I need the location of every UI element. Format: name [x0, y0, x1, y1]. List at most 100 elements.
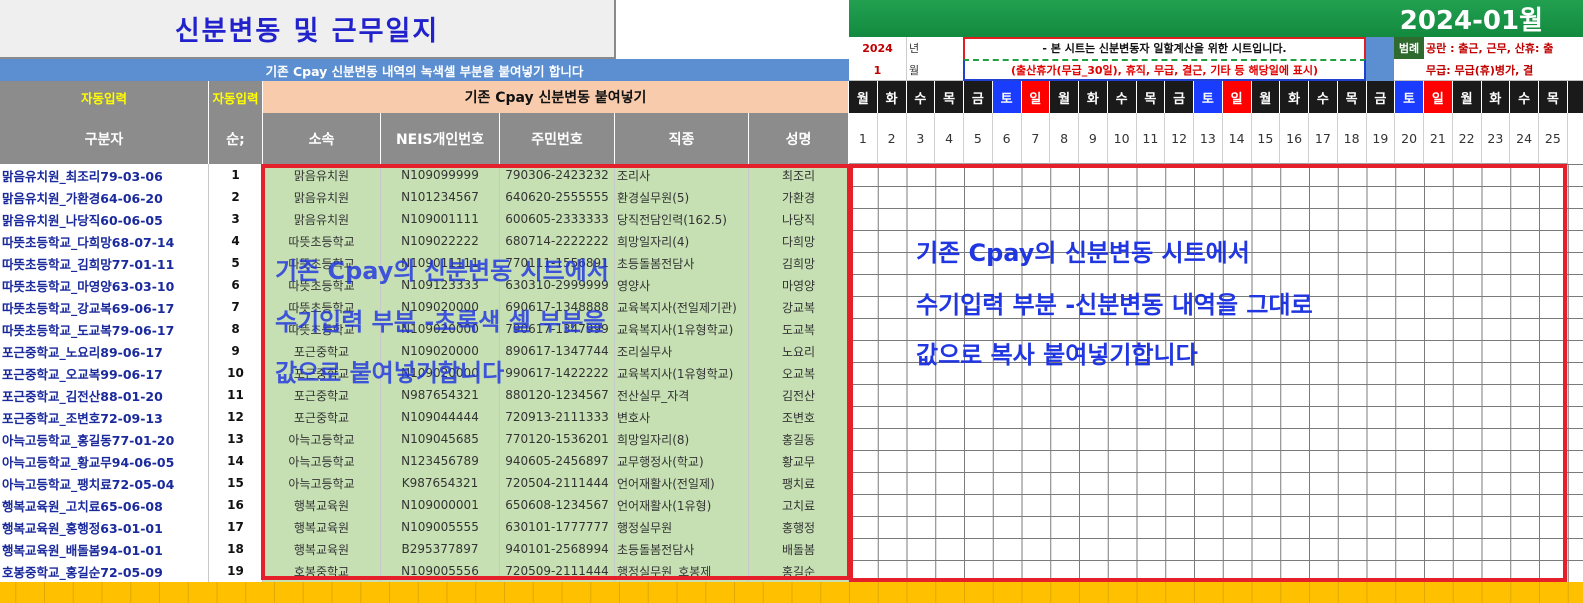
row-name-cell[interactable]: 다희망: [749, 230, 849, 252]
row-job-cell[interactable]: 교육복지사(1유형학교): [615, 318, 749, 340]
col-header-job[interactable]: 직종: [615, 113, 749, 164]
row-job-cell[interactable]: 희망일자리(4): [615, 230, 749, 252]
row-no-cell[interactable]: 2: [209, 186, 263, 208]
row-no-cell[interactable]: 3: [209, 208, 263, 230]
table-row[interactable]: 따뜻초등학교_다희망68-07-14 4 따뜻초등학교 N109022222 68071…: [0, 230, 849, 252]
row-neis-cell[interactable]: N109099999: [381, 164, 500, 186]
row-name-cell[interactable]: 황교무: [749, 450, 849, 472]
row-rrn-cell[interactable]: 940605-2456897: [500, 450, 615, 472]
row-job-cell[interactable]: 초등돌봄전담사: [615, 538, 749, 560]
row-name-cell[interactable]: 고치료: [749, 494, 849, 516]
row-job-cell[interactable]: 행정실무원: [615, 516, 749, 538]
col-header-rrn[interactable]: 주민번호: [500, 113, 615, 164]
row-key-cell[interactable]: 맑음유치원_가환경64-06-20: [0, 186, 209, 208]
row-rrn-cell[interactable]: 650608-1234567: [500, 494, 615, 516]
row-org-cell[interactable]: 행복교육원: [263, 538, 381, 560]
row-job-cell[interactable]: 희망일자리(8): [615, 428, 749, 450]
row-name-cell[interactable]: 최조리: [749, 164, 849, 186]
row-key-cell[interactable]: 아늑고등학교_황교무94-06-05: [0, 450, 209, 472]
row-job-cell[interactable]: 언어재활사(1유형): [615, 494, 749, 516]
table-row[interactable]: 맑음유치원_가환경64-06-20 2 맑음유치원 N101234567 640620-…: [0, 186, 849, 208]
row-no-cell[interactable]: 7: [209, 296, 263, 318]
row-job-cell[interactable]: 전산실무_자격: [615, 384, 749, 406]
table-row[interactable]: 포근중학교_조변호72-09-13 12 포근중학교 N109044444 720913…: [0, 406, 849, 428]
row-no-cell[interactable]: 16: [209, 494, 263, 516]
table-row[interactable]: 행복교육원_고치료65-06-08 16 행복교육원 N109000001 650608…: [0, 494, 849, 516]
row-job-cell[interactable]: 언어재활사(전일제): [615, 472, 749, 494]
row-name-cell[interactable]: 도교복: [749, 318, 849, 340]
row-key-cell[interactable]: 아늑고등학교_홍길동77-01-20: [0, 428, 209, 450]
row-name-cell[interactable]: 배돌봄: [749, 538, 849, 560]
row-no-cell[interactable]: 18: [209, 538, 263, 560]
row-key-cell[interactable]: 행복교육원_고치료65-06-08: [0, 494, 209, 516]
row-key-cell[interactable]: 따뜻초등학교_다희망68-07-14: [0, 230, 209, 252]
row-rrn-cell[interactable]: 890617-1347744: [500, 340, 615, 362]
row-key-cell[interactable]: 포근중학교_조변호72-09-13: [0, 406, 209, 428]
row-neis-cell[interactable]: N109005555: [381, 516, 500, 538]
row-no-cell[interactable]: 11: [209, 384, 263, 406]
row-key-cell[interactable]: 맑음유치원_나당직60-06-05: [0, 208, 209, 230]
row-job-cell[interactable]: 당직전담인력(162.5): [615, 208, 749, 230]
row-key-cell[interactable]: 따뜻초등학교_강교복69-06-17: [0, 296, 209, 318]
row-no-cell[interactable]: 5: [209, 252, 263, 274]
row-name-cell[interactable]: 가환경: [749, 186, 849, 208]
row-no-cell[interactable]: 1: [209, 164, 263, 186]
row-neis-cell[interactable]: N109005556: [381, 560, 500, 582]
daily-grid[interactable]: [849, 164, 1583, 582]
row-name-cell[interactable]: 김전산: [749, 384, 849, 406]
row-no-cell[interactable]: 9: [209, 340, 263, 362]
table-row[interactable]: 아늑고등학교_황교무94-06-05 14 아늑고등학교 N123456789 9406…: [0, 450, 849, 472]
row-neis-cell[interactable]: N109045685: [381, 428, 500, 450]
row-no-cell[interactable]: 8: [209, 318, 263, 340]
table-row[interactable]: 아늑고등학교_홍길동77-01-20 13 아늑고등학교 N109045685 7701…: [0, 428, 849, 450]
row-org-cell[interactable]: 맑음유치원: [263, 208, 381, 230]
row-rrn-cell[interactable]: 720509-2111444: [500, 560, 615, 582]
row-job-cell[interactable]: 영양사: [615, 274, 749, 296]
row-job-cell[interactable]: 초등돌봄전담사: [615, 252, 749, 274]
row-rrn-cell[interactable]: 940101-2568994: [500, 538, 615, 560]
row-neis-cell[interactable]: B295377897: [381, 538, 500, 560]
row-name-cell[interactable]: 노요리: [749, 340, 849, 362]
row-rrn-cell[interactable]: 600605-2333333: [500, 208, 615, 230]
col-header-org[interactable]: 소속: [263, 113, 381, 164]
row-key-cell[interactable]: 따뜻초등학교_마영양63-03-10: [0, 274, 209, 296]
table-row[interactable]: 맑음유치원_나당직60-06-05 3 맑음유치원 N109001111 600605-…: [0, 208, 849, 230]
row-rrn-cell[interactable]: 630101-1777777: [500, 516, 615, 538]
row-rrn-cell[interactable]: 640620-2555555: [500, 186, 615, 208]
row-rrn-cell[interactable]: 790306-2423232: [500, 164, 615, 186]
table-row[interactable]: 호봉중학교_홍길순72-05-09 19 호봉중학교 N109005556 720509…: [0, 560, 849, 582]
row-name-cell[interactable]: 홍길동: [749, 428, 849, 450]
row-neis-cell[interactable]: N123456789: [381, 450, 500, 472]
table-row[interactable]: 아늑고등학교_팽치료72-05-04 15 아늑고등학교 K987654321 7205…: [0, 472, 849, 494]
row-org-cell[interactable]: 아늑고등학교: [263, 428, 381, 450]
row-rrn-cell[interactable]: 720504-2111444: [500, 472, 615, 494]
col-header-no[interactable]: 순;: [209, 113, 263, 164]
row-rrn-cell[interactable]: 990617-1422222: [500, 362, 615, 384]
row-key-cell[interactable]: 따뜻초등학교_김희망77-01-11: [0, 252, 209, 274]
row-key-cell[interactable]: 행복교육원_홍행정63-01-01: [0, 516, 209, 538]
row-name-cell[interactable]: 홍길순: [749, 560, 849, 582]
row-job-cell[interactable]: 교무행정사(학교): [615, 450, 749, 472]
row-neis-cell[interactable]: N109044444: [381, 406, 500, 428]
year-value[interactable]: 2024: [849, 37, 907, 59]
row-job-cell[interactable]: 변호사: [615, 406, 749, 428]
row-no-cell[interactable]: 15: [209, 472, 263, 494]
row-job-cell[interactable]: 환경실무원(5): [615, 186, 749, 208]
table-row[interactable]: 맑음유치원_최조리79-03-06 1 맑음유치원 N109099999 790306-…: [0, 164, 849, 186]
row-job-cell[interactable]: 교육복지사(전일제기관): [615, 296, 749, 318]
row-name-cell[interactable]: 마영양: [749, 274, 849, 296]
row-rrn-cell[interactable]: 770120-1536201: [500, 428, 615, 450]
row-key-cell[interactable]: 포근중학교_노요리89-06-17: [0, 340, 209, 362]
row-key-cell[interactable]: 따뜻초등학교_도교복79-06-17: [0, 318, 209, 340]
row-no-cell[interactable]: 14: [209, 450, 263, 472]
row-job-cell[interactable]: 행정실무원_호봉제: [615, 560, 749, 582]
row-rrn-cell[interactable]: 720913-2111333: [500, 406, 615, 428]
col-header-name[interactable]: 성명: [749, 113, 849, 164]
row-no-cell[interactable]: 12: [209, 406, 263, 428]
row-name-cell[interactable]: 김희망: [749, 252, 849, 274]
row-rrn-cell[interactable]: 880120-1234567: [500, 384, 615, 406]
row-key-cell[interactable]: 맑음유치원_최조리79-03-06: [0, 164, 209, 186]
col-header-neis[interactable]: NEIS개인번호: [381, 113, 500, 164]
col-header-key[interactable]: 구분자: [0, 113, 209, 164]
row-neis-cell[interactable]: N109000001: [381, 494, 500, 516]
